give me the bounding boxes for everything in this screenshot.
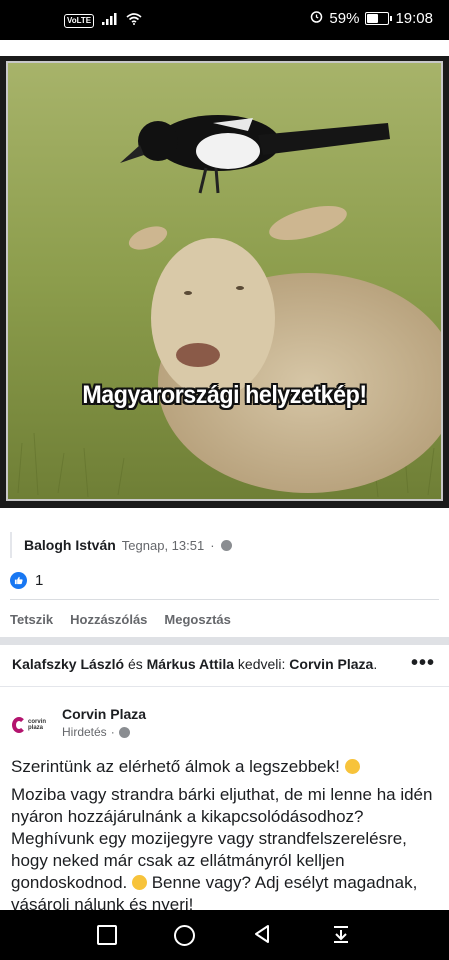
separator-dot: · bbox=[210, 537, 215, 553]
liked-by-conjunction: és bbox=[127, 656, 143, 672]
meme-caption: Magyarországi helyzetkép! bbox=[82, 381, 367, 409]
battery-icon bbox=[365, 12, 393, 25]
page-name[interactable]: Corvin Plaza bbox=[62, 706, 146, 722]
sponsored-label: Hirdetés · bbox=[62, 725, 130, 739]
divider bbox=[10, 599, 439, 600]
previous-post-edge bbox=[0, 40, 449, 57]
liked-page[interactable]: Corvin Plaza bbox=[289, 656, 373, 672]
wifi-icon bbox=[126, 12, 142, 30]
status-bar: VoLTE 59% 19:08 bbox=[0, 0, 449, 40]
post-photo[interactable]: Magyarországi helyzetkép! bbox=[0, 56, 449, 508]
ad-post-header: corvin plaza Corvin Plaza Hirdetés · bbox=[12, 704, 432, 744]
status-left: VoLTE bbox=[64, 12, 142, 30]
comment-time: Tegnap, 13:51 bbox=[121, 537, 205, 553]
upside-down-emoji-icon bbox=[132, 875, 147, 890]
navigation-bar bbox=[0, 910, 449, 960]
separator-dot: · bbox=[110, 725, 115, 739]
sheep-magpie-illustration bbox=[8, 63, 441, 499]
clock: 19:08 bbox=[395, 10, 433, 27]
globe-icon bbox=[220, 539, 232, 551]
photo-meme-image: Magyarországi helyzetkép! bbox=[6, 61, 443, 501]
ad-paragraph-1: Szerintünk az elérhető álmok a legszebbe… bbox=[11, 756, 439, 778]
volte-icon: VoLTE bbox=[64, 14, 95, 28]
ad-post-text: Szerintünk az elérhető álmok a legszebbe… bbox=[11, 756, 439, 922]
battery-fill bbox=[367, 14, 379, 23]
ad-paragraph-2: Moziba vagy strandra bárki eljuthat, de … bbox=[11, 784, 439, 916]
notification-drawer-icon[interactable] bbox=[331, 924, 351, 949]
liked-by-row: Kalafszky László és Márkus Attila kedvel… bbox=[12, 656, 377, 672]
liker-2[interactable]: Márkus Attila bbox=[147, 656, 234, 672]
sponsored-text: Hirdetés bbox=[62, 725, 107, 739]
feed-separator bbox=[0, 637, 449, 645]
more-options-icon[interactable]: ••• bbox=[411, 652, 435, 675]
reaction-count: 1 bbox=[35, 572, 44, 589]
signal-icon bbox=[102, 12, 118, 30]
home-icon[interactable] bbox=[174, 925, 195, 946]
ad-paragraph-1-text: Szerintünk az elérhető álmok a legszebbe… bbox=[11, 757, 345, 776]
corvin-plaza-logo[interactable]: corvin plaza bbox=[12, 710, 54, 740]
liked-by-period: . bbox=[373, 656, 378, 672]
liker-1[interactable]: Kalafszky László bbox=[12, 656, 124, 672]
back-icon[interactable] bbox=[253, 924, 273, 949]
smiling-emoji-icon bbox=[344, 759, 360, 774]
post-actions: Tetszik Hozzászólás Megosztás bbox=[10, 612, 231, 627]
comment-preview[interactable]: Balogh István Tegnap, 13:51 · bbox=[10, 532, 232, 558]
comment-button[interactable]: Hozzászólás bbox=[70, 612, 147, 627]
recent-apps-icon[interactable] bbox=[97, 925, 117, 945]
status-right: 59% 19:08 bbox=[310, 10, 433, 27]
reaction-summary[interactable]: 1 bbox=[10, 572, 43, 589]
comment-author[interactable]: Balogh István bbox=[24, 537, 116, 553]
battery-percent: 59% bbox=[329, 10, 360, 27]
like-button[interactable]: Tetszik bbox=[10, 612, 53, 627]
alarm-icon bbox=[310, 10, 323, 27]
share-button[interactable]: Megosztás bbox=[164, 612, 230, 627]
divider bbox=[0, 686, 449, 687]
logo-c-icon bbox=[12, 717, 26, 733]
logo-text: corvin plaza bbox=[28, 719, 47, 731]
like-icon bbox=[10, 572, 27, 589]
globe-icon bbox=[118, 726, 130, 738]
liked-by-verb: kedveli: bbox=[237, 656, 286, 672]
